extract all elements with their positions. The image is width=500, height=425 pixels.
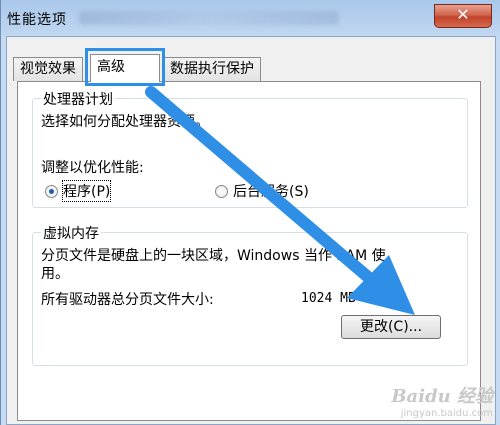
tab-label: 视觉效果 bbox=[20, 61, 76, 77]
close-button[interactable]: ✕ bbox=[434, 4, 492, 28]
tab-advanced[interactable]: 高级 bbox=[90, 54, 160, 82]
performance-options-window: 性能选项 ✕ 视觉效果 高级 数据执行保护 处理器计划 选择如何分配处理器资源。… bbox=[0, 0, 500, 425]
processor-scheduling-title: 处理器计划 bbox=[41, 89, 115, 109]
watermark-sub: jingyan.baidu.com bbox=[400, 408, 493, 419]
background-services-radio[interactable] bbox=[215, 185, 228, 198]
tab-label: 数据执行保护 bbox=[170, 61, 254, 77]
blurred-title-region bbox=[79, 11, 339, 25]
background-services-radio-label[interactable]: 后台服务(S) bbox=[233, 181, 309, 201]
window-title: 性能选项 bbox=[7, 12, 67, 28]
processor-scheduling-group: 处理器计划 选择如何分配处理器资源。 调整以优化性能: 程序(P) 后台服务(S… bbox=[32, 89, 468, 208]
advanced-tab-panel: 处理器计划 选择如何分配处理器资源。 调整以优化性能: 程序(P) 后台服务(S… bbox=[17, 81, 481, 421]
total-paging-file-value: 1024 MB bbox=[301, 291, 356, 306]
change-button[interactable]: 更改(C)... bbox=[341, 315, 441, 339]
tab-label: 高级 bbox=[97, 59, 125, 75]
total-paging-file-label: 所有驱动器总分页文件大小: bbox=[41, 292, 214, 308]
programs-radio-label[interactable]: 程序(P) bbox=[61, 180, 112, 202]
watermark-main: Baidu 经验 bbox=[391, 386, 493, 407]
programs-radio[interactable] bbox=[45, 185, 58, 198]
virtual-memory-title: 虚拟内存 bbox=[41, 223, 101, 243]
title-bar[interactable]: 性能选项 ✕ bbox=[1, 0, 500, 36]
close-icon: ✕ bbox=[456, 5, 470, 24]
virtual-memory-description-line2: 用。 bbox=[41, 266, 69, 282]
tab-visual-effects[interactable]: 视觉效果 bbox=[13, 57, 83, 81]
tab-data-execution-prevention[interactable]: 数据执行保护 bbox=[163, 57, 261, 81]
virtual-memory-description-line1: 分页文件是硬盘上的一块区域，Windows 当作 RAM 使 bbox=[41, 248, 386, 264]
processor-description: 选择如何分配处理器资源。 bbox=[41, 114, 209, 130]
virtual-memory-group: 虚拟内存 分页文件是硬盘上的一块区域，Windows 当作 RAM 使 用。 所… bbox=[32, 223, 468, 366]
adjust-label: 调整以优化性能: bbox=[41, 160, 144, 176]
dialog-client-area: 视觉效果 高级 数据执行保护 处理器计划 选择如何分配处理器资源。 调整以优化性… bbox=[6, 36, 496, 425]
watermark: Baidu 经验 jingyan.baidu.com bbox=[391, 382, 493, 419]
change-button-label: 更改(C)... bbox=[359, 319, 423, 335]
